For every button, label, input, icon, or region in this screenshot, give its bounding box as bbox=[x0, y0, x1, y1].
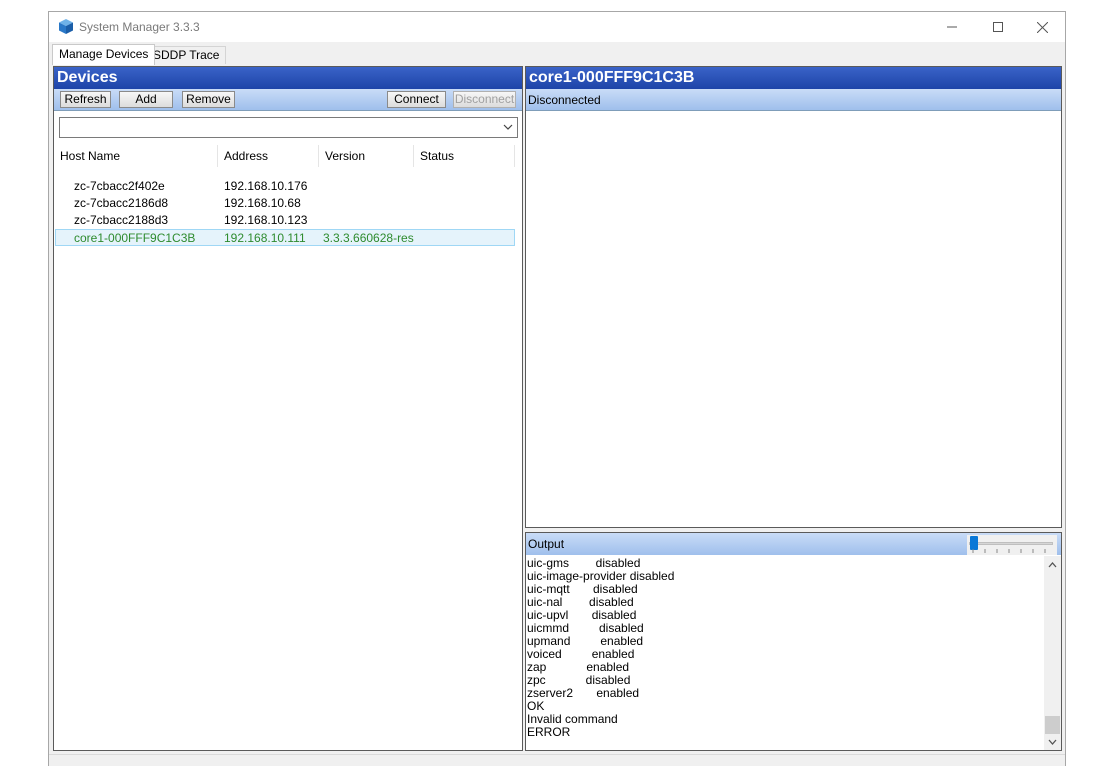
close-icon bbox=[1036, 21, 1048, 33]
output-line: ERROR bbox=[527, 725, 571, 739]
title-bar[interactable]: System Manager 3.3.3 bbox=[49, 12, 1065, 42]
tab-manage-devices[interactable]: Manage Devices bbox=[52, 44, 156, 65]
device-address: 192.168.10.123 bbox=[224, 213, 308, 227]
device-address: 192.168.10.111 bbox=[224, 231, 306, 245]
window-title: System Manager 3.3.3 bbox=[79, 20, 200, 34]
device-list-header: Host Name Address Version Status bbox=[54, 145, 522, 167]
column-status[interactable]: Status bbox=[415, 145, 515, 167]
app-cube-icon bbox=[59, 19, 73, 34]
chevron-down-icon[interactable] bbox=[503, 122, 513, 132]
minimize-button[interactable] bbox=[929, 12, 975, 42]
device-address: 192.168.10.68 bbox=[224, 196, 301, 210]
output-scrollbar[interactable] bbox=[1044, 556, 1061, 750]
tab-sddp-trace[interactable]: SDDP Trace bbox=[146, 46, 227, 64]
output-pane: Output uic-gms disabled uic-image-provid… bbox=[525, 532, 1062, 751]
device-host: core1-000FFF9C1C3B bbox=[74, 231, 196, 245]
output-label: Output bbox=[528, 537, 565, 551]
disconnect-button[interactable]: Disconnect bbox=[453, 91, 516, 108]
minimize-icon bbox=[947, 26, 957, 28]
device-version: 3.3.3.660628-res bbox=[323, 231, 414, 245]
output-line: zserver2 enabled bbox=[527, 686, 640, 700]
tab-strip: Manage Devices SDDP Trace bbox=[49, 42, 1065, 65]
connection-status: Disconnected bbox=[526, 89, 1061, 111]
add-button[interactable]: Add bbox=[119, 91, 173, 108]
maximize-icon bbox=[993, 22, 1003, 32]
column-version[interactable]: Version bbox=[320, 145, 414, 167]
refresh-button[interactable]: Refresh bbox=[60, 91, 111, 108]
device-row-selected[interactable]: core1-000FFF9C1C3B 192.168.10.111 3.3.3.… bbox=[55, 229, 515, 246]
output-header: Output bbox=[526, 533, 1061, 555]
device-filter-combo[interactable] bbox=[59, 117, 518, 138]
scrollbar-thumb[interactable] bbox=[1045, 716, 1060, 734]
app-window: System Manager 3.3.3 Manage Devices SDDP… bbox=[48, 11, 1066, 766]
output-line: Invalid command bbox=[527, 712, 618, 726]
device-row[interactable]: zc-7cbacc2f402e 192.168.10.176 bbox=[55, 178, 515, 195]
scroll-down-icon[interactable] bbox=[1047, 737, 1058, 747]
device-row[interactable]: zc-7cbacc2186d8 192.168.10.68 bbox=[55, 195, 515, 212]
close-button[interactable] bbox=[1019, 12, 1065, 42]
device-row[interactable]: zc-7cbacc2188d3 192.168.10.123 bbox=[55, 212, 515, 229]
column-address[interactable]: Address bbox=[219, 145, 319, 167]
status-strip bbox=[49, 754, 1065, 766]
maximize-button[interactable] bbox=[975, 12, 1021, 42]
output-log[interactable]: uic-gms disabled uic-image-provider disa… bbox=[527, 557, 1042, 750]
slider-track[interactable] bbox=[969, 542, 1053, 545]
device-address: 192.168.10.176 bbox=[224, 179, 308, 193]
device-host: zc-7cbacc2186d8 bbox=[74, 196, 169, 210]
device-host: zc-7cbacc2f402e bbox=[74, 179, 165, 193]
slider-ticks bbox=[972, 549, 1046, 553]
device-detail-pane: core1-000FFF9C1C3B Disconnected bbox=[525, 66, 1062, 528]
scroll-up-icon[interactable] bbox=[1047, 560, 1058, 570]
devices-toolbar: Refresh Add Remove Connect Disconnect bbox=[54, 89, 522, 111]
connect-button[interactable]: Connect bbox=[387, 91, 446, 108]
remove-button[interactable]: Remove bbox=[182, 91, 235, 108]
devices-title: Devices bbox=[54, 67, 522, 89]
device-detail-title: core1-000FFF9C1C3B bbox=[526, 67, 1061, 89]
slider-thumb[interactable] bbox=[970, 536, 978, 550]
device-host: zc-7cbacc2188d3 bbox=[74, 213, 169, 227]
output-zoom-slider[interactable] bbox=[967, 535, 1057, 555]
devices-pane: Devices Refresh Add Remove Connect Disco… bbox=[53, 66, 523, 751]
column-host-name[interactable]: Host Name bbox=[55, 145, 218, 167]
